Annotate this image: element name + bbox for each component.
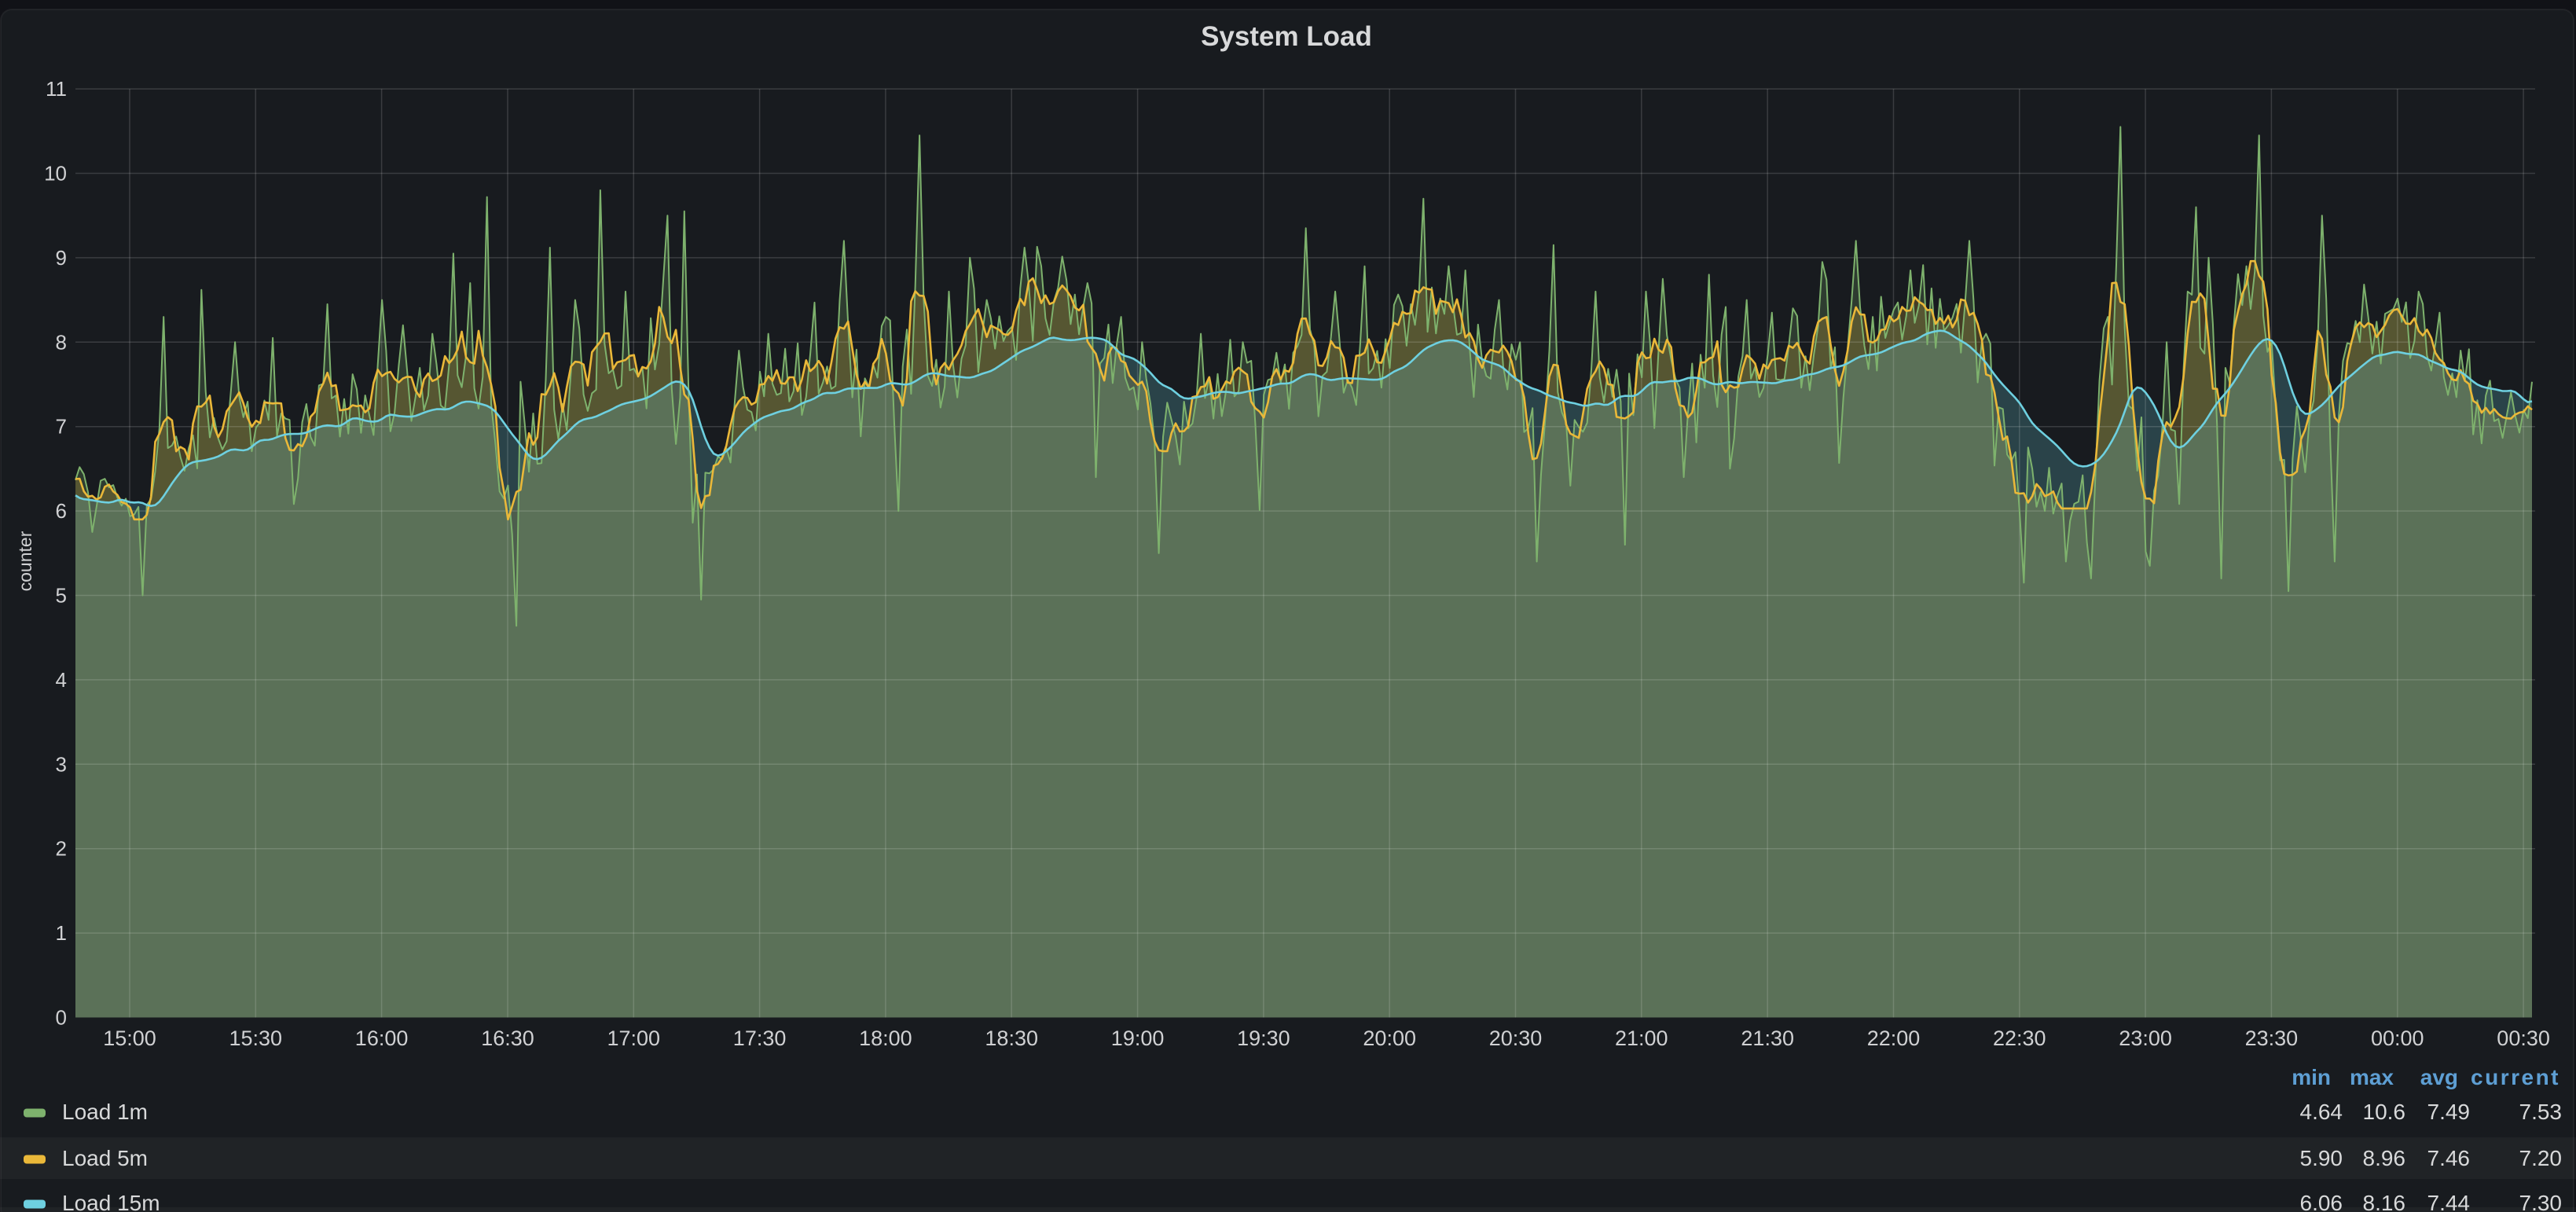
- svg-text:8.96: 8.96: [2363, 1146, 2406, 1170]
- svg-text:00:30: 00:30: [2497, 1027, 2550, 1050]
- svg-text:16:00: 16:00: [355, 1027, 409, 1050]
- svg-text:Load 5m: Load 5m: [62, 1146, 148, 1170]
- svg-text:00:00: 00:00: [2371, 1027, 2424, 1050]
- svg-text:6.06: 6.06: [2300, 1191, 2343, 1212]
- svg-text:17:00: 17:00: [607, 1027, 661, 1050]
- svg-text:23:00: 23:00: [2119, 1027, 2172, 1050]
- svg-text:15:30: 15:30: [229, 1027, 283, 1050]
- svg-text:Load 1m: Load 1m: [62, 1100, 148, 1124]
- svg-text:2: 2: [56, 837, 67, 861]
- svg-text:22:00: 22:00: [1867, 1027, 1921, 1050]
- svg-text:Load 15m: Load 15m: [62, 1191, 160, 1212]
- svg-text:16:30: 16:30: [481, 1027, 534, 1050]
- svg-text:avg: avg: [2420, 1065, 2458, 1089]
- svg-text:5.90: 5.90: [2300, 1146, 2343, 1170]
- svg-text:10.6: 10.6: [2363, 1100, 2406, 1124]
- svg-text:10: 10: [44, 162, 67, 185]
- svg-text:0: 0: [56, 1006, 67, 1030]
- svg-text:19:00: 19:00: [1111, 1027, 1165, 1050]
- svg-text:4.64: 4.64: [2300, 1100, 2343, 1124]
- svg-text:19:30: 19:30: [1237, 1027, 1290, 1050]
- svg-text:20:30: 20:30: [1489, 1027, 1543, 1050]
- svg-text:min: min: [2292, 1065, 2331, 1089]
- svg-text:7.49: 7.49: [2427, 1100, 2471, 1124]
- svg-text:5: 5: [56, 584, 67, 608]
- svg-text:max: max: [2350, 1065, 2394, 1089]
- svg-text:7.30: 7.30: [2519, 1191, 2563, 1212]
- svg-text:7.46: 7.46: [2427, 1146, 2471, 1170]
- svg-text:11: 11: [46, 77, 67, 101]
- svg-text:21:00: 21:00: [1615, 1027, 1668, 1050]
- svg-text:20:00: 20:00: [1363, 1027, 1416, 1050]
- svg-text:8: 8: [56, 330, 67, 354]
- svg-text:21:30: 21:30: [1741, 1027, 1794, 1050]
- svg-text:counter: counter: [15, 531, 35, 591]
- svg-text:1: 1: [56, 921, 67, 945]
- svg-text:18:00: 18:00: [859, 1027, 912, 1050]
- svg-text:7.53: 7.53: [2519, 1100, 2563, 1124]
- svg-text:3: 3: [56, 752, 67, 776]
- svg-text:18:30: 18:30: [985, 1027, 1038, 1050]
- svg-text:6: 6: [56, 499, 67, 523]
- svg-text:7: 7: [56, 415, 67, 439]
- svg-text:current: current: [2471, 1065, 2560, 1089]
- svg-text:7.44: 7.44: [2427, 1191, 2471, 1212]
- svg-text:7.20: 7.20: [2519, 1146, 2563, 1170]
- svg-text:15:00: 15:00: [103, 1027, 156, 1050]
- svg-text:System Load: System Load: [1201, 21, 1372, 52]
- svg-text:23:30: 23:30: [2245, 1027, 2299, 1050]
- svg-text:17:30: 17:30: [733, 1027, 787, 1050]
- svg-text:4: 4: [56, 668, 67, 692]
- svg-text:22:30: 22:30: [1993, 1027, 2046, 1050]
- svg-text:8.16: 8.16: [2363, 1191, 2406, 1212]
- svg-text:9: 9: [56, 246, 67, 270]
